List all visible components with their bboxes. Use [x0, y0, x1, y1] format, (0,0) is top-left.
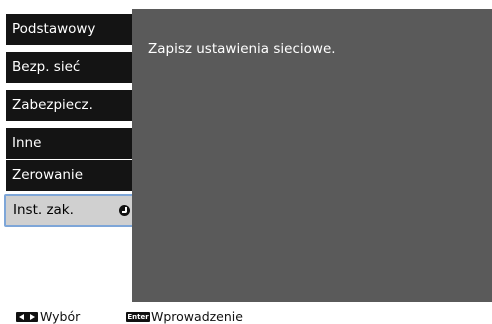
menu-item-zabezpiecz[interactable]: Zabezpiecz. — [6, 90, 134, 121]
menu-item-podstawowy[interactable]: Podstawowy — [6, 14, 134, 45]
enter-circle-icon — [119, 205, 130, 216]
menu-item-zerowanie[interactable]: Zerowanie — [6, 160, 134, 191]
settings-panel: Zapisz ustawienia sieciowe. — [132, 9, 492, 302]
enter-key-icon: Enter — [126, 312, 150, 322]
menu-item-label: Podstawowy — [12, 21, 96, 37]
panel-message: Zapisz ustawienia sieciowe. — [148, 41, 336, 57]
menu-item-inne[interactable]: Inne — [6, 128, 134, 159]
footer-help-bar: Wybór Enter Wprowadzenie — [0, 310, 492, 324]
menu-item-bezp-siec[interactable]: Bezp. sieć — [6, 52, 134, 83]
menu-item-label: Bezp. sieć — [12, 59, 81, 75]
menu-item-inst-zak[interactable]: Inst. zak. — [4, 194, 140, 227]
menu-item-label: Zabezpiecz. — [12, 97, 93, 113]
menu-item-label: Inst. zak. — [13, 202, 74, 218]
enter-hint-label: Wprowadzenie — [151, 309, 243, 324]
left-right-arrows-key-icon — [16, 312, 38, 322]
select-hint-label: Wybór — [40, 309, 81, 324]
menu-item-label: Zerowanie — [12, 167, 83, 183]
menu-item-label: Inne — [12, 135, 42, 151]
